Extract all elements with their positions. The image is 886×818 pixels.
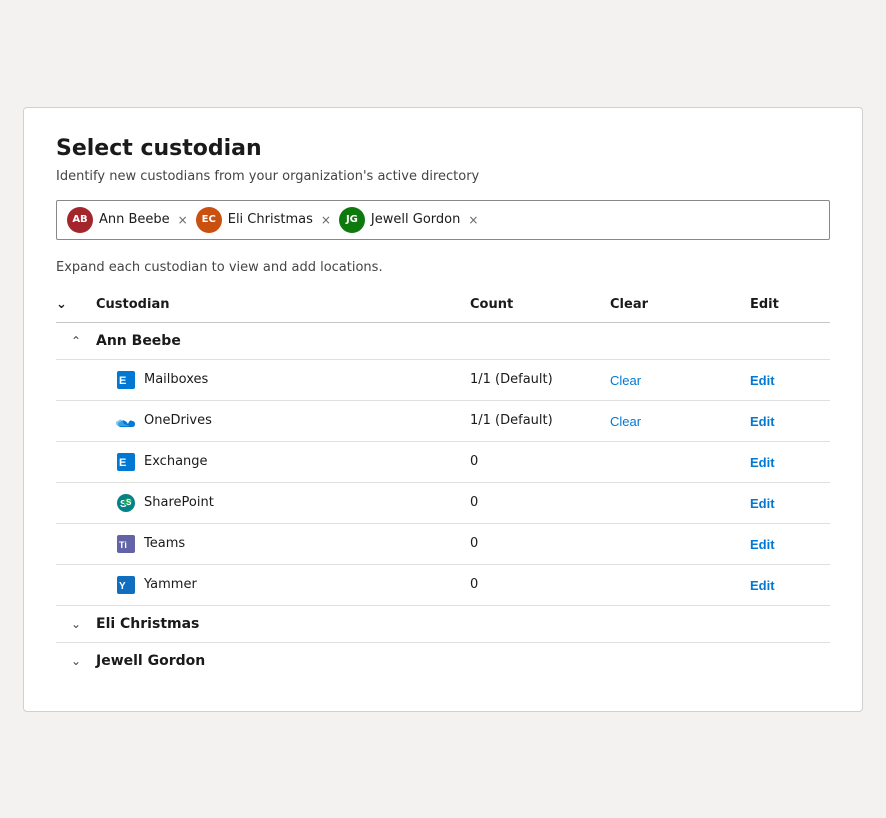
custodian-row-eli[interactable]: ⌄ Eli Christmas: [56, 606, 830, 643]
select-custodian-panel: Select custodian Identify new custodians…: [23, 107, 863, 712]
header-chevron-col: ⌄: [56, 293, 96, 316]
yammer-edit-cell: Edit: [750, 575, 830, 594]
custodian-name-ann: Ann Beebe: [96, 333, 470, 349]
page-subtitle: Identify new custodians from your organi…: [56, 169, 830, 184]
yammer-text: Yammer: [144, 577, 197, 592]
svg-text:S: S: [126, 498, 132, 507]
teams-edit-cell: Edit: [750, 534, 830, 553]
sub-row-onedrives: OneDrives 1/1 (Default) Clear Edit: [56, 401, 830, 442]
remove-tag-ec[interactable]: ×: [319, 213, 333, 227]
sharepoint-text: SharePoint: [144, 495, 214, 510]
mailboxes-icon: E: [116, 370, 136, 390]
sort-chevron-icon: ⌄: [56, 297, 67, 312]
tag-name-jg: Jewell Gordon: [371, 212, 460, 227]
header-custodian: Custodian: [96, 293, 470, 316]
onedrives-icon: [116, 411, 136, 431]
sharepoint-icon: S S: [116, 493, 136, 513]
chevron-eli: ⌄: [56, 617, 96, 631]
custodian-tag-ec: EC Eli Christmas ×: [196, 207, 333, 233]
header-edit: Edit: [750, 293, 830, 316]
custodian-search-input[interactable]: AB Ann Beebe × EC Eli Christmas × JG Jew…: [56, 200, 830, 240]
page-title: Select custodian: [56, 136, 830, 161]
teams-edit-button[interactable]: Edit: [750, 537, 775, 552]
avatar-ec: EC: [196, 207, 222, 233]
table-header: ⌄ Custodian Count Clear Edit: [56, 287, 830, 323]
avatar-jg: JG: [339, 207, 365, 233]
service-label-onedrives: OneDrives: [96, 411, 470, 431]
service-label-sharepoint: S S SharePoint: [96, 493, 470, 513]
mailboxes-text: Mailboxes: [144, 372, 208, 387]
custodian-row-jewell[interactable]: ⌄ Jewell Gordon: [56, 643, 830, 679]
onedrives-text: OneDrives: [144, 413, 212, 428]
onedrives-edit-button[interactable]: Edit: [750, 414, 775, 429]
sub-row-teams: Ti Teams 0 Edit: [56, 524, 830, 565]
exchange-edit-cell: Edit: [750, 452, 830, 471]
custodian-row-ann[interactable]: ⌃ Ann Beebe: [56, 323, 830, 360]
mailboxes-edit-button[interactable]: Edit: [750, 373, 775, 388]
sub-row-yammer: Y Yammer 0 Edit: [56, 565, 830, 605]
svg-text:E: E: [119, 375, 126, 387]
expand-instruction: Expand each custodian to view and add lo…: [56, 260, 830, 275]
chevron-jewell: ⌄: [56, 654, 96, 668]
onedrives-count: 1/1 (Default): [470, 413, 610, 428]
exchange-count: 0: [470, 454, 610, 469]
svg-text:Y: Y: [119, 581, 126, 592]
service-label-teams: Ti Teams: [96, 534, 470, 554]
header-count: Count: [470, 293, 610, 316]
tag-name-ab: Ann Beebe: [99, 212, 170, 227]
onedrives-clear-cell: Clear: [610, 411, 750, 430]
tag-name-ec: Eli Christmas: [228, 212, 313, 227]
custodian-tag-ab: AB Ann Beebe ×: [67, 207, 190, 233]
remove-tag-ab[interactable]: ×: [176, 213, 190, 227]
yammer-count: 0: [470, 577, 610, 592]
yammer-edit-button[interactable]: Edit: [750, 578, 775, 593]
chevron-ann: ⌃: [56, 334, 96, 348]
service-label-exchange: E Exchange: [96, 452, 470, 472]
sharepoint-edit-cell: Edit: [750, 493, 830, 512]
custodian-name-eli: Eli Christmas: [96, 616, 470, 632]
onedrives-edit-cell: Edit: [750, 411, 830, 430]
mailboxes-clear-cell: Clear: [610, 370, 750, 389]
sub-row-mailboxes: E Mailboxes 1/1 (Default) Clear Edit: [56, 360, 830, 401]
service-label-yammer: Y Yammer: [96, 575, 470, 595]
header-clear: Clear: [610, 293, 750, 316]
mailboxes-count: 1/1 (Default): [470, 372, 610, 387]
yammer-icon: Y: [116, 575, 136, 595]
teams-text: Teams: [144, 536, 185, 551]
svg-text:Ti: Ti: [119, 540, 127, 550]
onedrives-clear-button[interactable]: Clear: [610, 414, 641, 429]
sub-row-sharepoint: S S SharePoint 0 Edit: [56, 483, 830, 524]
sharepoint-count: 0: [470, 495, 610, 510]
sub-row-exchange: E Exchange 0 Edit: [56, 442, 830, 483]
mailboxes-edit-cell: Edit: [750, 370, 830, 389]
custodian-name-jewell: Jewell Gordon: [96, 653, 470, 669]
exchange-text: Exchange: [144, 454, 208, 469]
custodian-tag-jg: JG Jewell Gordon ×: [339, 207, 480, 233]
service-label-mailboxes: E Mailboxes: [96, 370, 470, 390]
exchange-edit-button[interactable]: Edit: [750, 455, 775, 470]
remove-tag-jg[interactable]: ×: [466, 213, 480, 227]
exchange-icon: E: [116, 452, 136, 472]
teams-count: 0: [470, 536, 610, 551]
svg-text:E: E: [119, 457, 126, 469]
teams-icon: Ti: [116, 534, 136, 554]
custodian-section-ann: ⌃ Ann Beebe E Mailboxes 1/1 (Default) Cl…: [56, 323, 830, 606]
avatar-ab: AB: [67, 207, 93, 233]
sharepoint-edit-button[interactable]: Edit: [750, 496, 775, 511]
mailboxes-clear-button[interactable]: Clear: [610, 373, 641, 388]
